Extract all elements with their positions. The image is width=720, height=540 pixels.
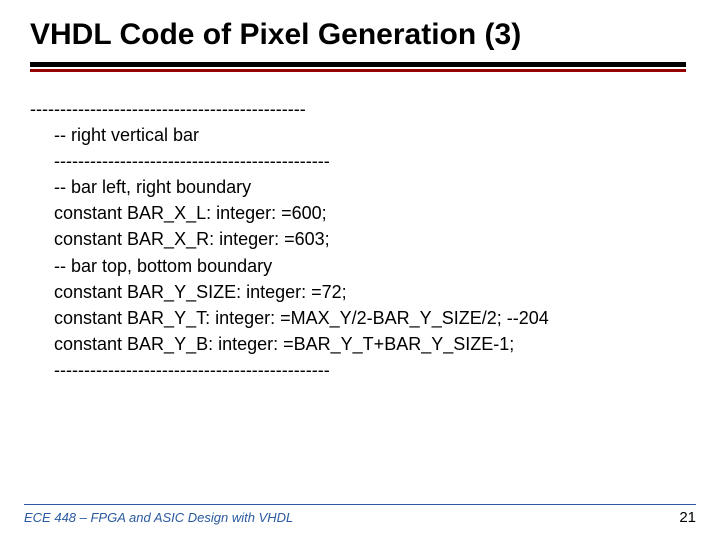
rule-thick bbox=[30, 62, 686, 67]
code-line: constant BAR_X_R: integer: =603; bbox=[54, 226, 696, 252]
footer-divider bbox=[24, 504, 696, 505]
page-number: 21 bbox=[679, 509, 696, 526]
page-title: VHDL Code of Pixel Generation (3) bbox=[30, 18, 696, 52]
rule-thin bbox=[30, 69, 686, 72]
code-line: constant BAR_Y_SIZE: integer: =72; bbox=[54, 279, 696, 305]
title-rule bbox=[30, 62, 686, 72]
code-line: constant BAR_Y_B: integer: =BAR_Y_T+BAR_… bbox=[54, 331, 696, 357]
footer-row: ECE 448 – FPGA and ASIC Design with VHDL… bbox=[24, 509, 696, 526]
code-line: -- bar top, bottom boundary bbox=[54, 253, 696, 279]
footer: ECE 448 – FPGA and ASIC Design with VHDL… bbox=[24, 504, 696, 526]
code-dash-line: ----------------------------------------… bbox=[54, 357, 696, 383]
slide: VHDL Code of Pixel Generation (3) ------… bbox=[0, 0, 720, 540]
code-line: -- bar left, right boundary bbox=[54, 174, 696, 200]
course-label: ECE 448 – FPGA and ASIC Design with VHDL bbox=[24, 510, 293, 525]
code-dash-line: ----------------------------------------… bbox=[54, 148, 696, 174]
code-line: -- right vertical bar bbox=[54, 122, 696, 148]
code-line: constant BAR_Y_T: integer: =MAX_Y/2-BAR_… bbox=[54, 305, 696, 331]
code-dash-line: ----------------------------------------… bbox=[30, 96, 696, 122]
code-block: ----------------------------------------… bbox=[30, 96, 696, 383]
code-line: constant BAR_X_L: integer: =600; bbox=[54, 200, 696, 226]
